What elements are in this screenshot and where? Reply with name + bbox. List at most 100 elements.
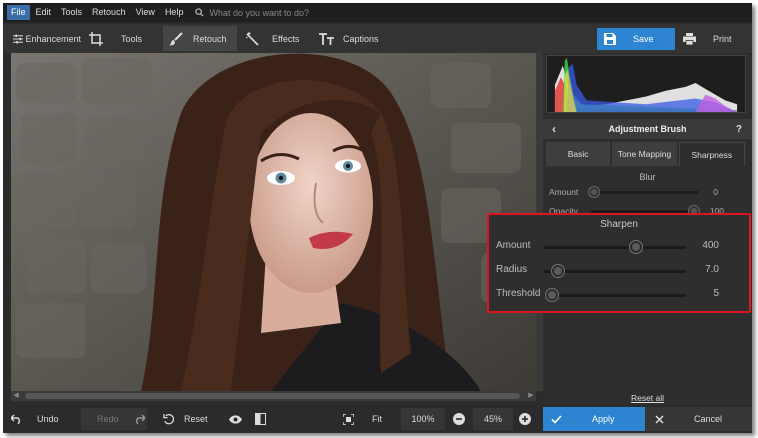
menu-help[interactable]: Help [161,5,188,20]
tab-label: Tools [121,33,143,44]
sharpen-radius-value: 7.0 [705,264,719,275]
scroll-right-icon[interactable]: ▶ [526,391,536,401]
crop-icon [89,31,103,46]
menu-bar: File Edit Tools Retouch View Help What d… [3,3,752,22]
tab-label: Effects [272,33,300,44]
reset-all-link[interactable]: Reset all [543,393,752,403]
eye-icon[interactable] [229,408,243,430]
undo-button[interactable]: Undo [11,408,79,430]
reset-label: Reset [184,414,208,424]
sliders-icon [13,34,24,43]
app-window: File Edit Tools Retouch View Help What d… [3,3,752,433]
text-icon [319,32,334,45]
sharpen-radius-slider[interactable] [544,270,686,273]
portrait-photo [11,53,536,391]
horizontal-scrollbar[interactable]: ◀ ▶ [11,391,536,401]
zoom-100-label: 100% [411,414,435,424]
search-icon [195,8,204,17]
sharpen-radius-handle[interactable] [552,265,564,277]
redo-label: Redo [97,414,119,424]
tab-effects[interactable]: Effects [239,26,311,51]
zoom-100-button[interactable]: 100% [401,408,445,430]
save-button[interactable]: Save [597,28,675,50]
blur-amount-handle[interactable] [589,187,599,197]
cancel-label: Cancel [694,414,723,424]
sharpen-amount-slider[interactable] [544,246,686,249]
undo-label: Undo [37,414,59,424]
sharpen-threshold-row: Threshold 5 [489,285,749,305]
sharpen-highlight: Sharpen Amount 400 Radius 7.0 Threshold … [487,213,751,313]
menu-view[interactable]: View [132,5,159,20]
fit-button[interactable]: Fit [343,408,393,430]
panel-header: ‹ Adjustment Brush ? [543,119,752,139]
close-icon [655,414,664,424]
apply-button[interactable]: Apply [543,407,645,431]
blur-amount-row: Amount 0 [543,184,752,200]
panel-title: Adjustment Brush [608,124,687,134]
cancel-button[interactable]: Cancel [645,407,752,431]
reset-icon [163,413,174,424]
zoom-value-label: 45% [483,414,502,424]
photo-canvas[interactable] [11,53,536,391]
blur-amount-label: Amount [549,187,579,197]
print-icon [683,33,696,45]
tab-sharpness[interactable]: Sharpness [678,142,745,166]
check-icon [551,414,562,424]
tab-label: Captions [343,33,379,44]
compare-icon[interactable] [255,408,269,430]
magic-wand-icon [245,31,259,46]
bottom-bar: Undo Redo Reset Fit 100% 45% Apply Cance… [3,405,752,433]
sharpen-amount-handle[interactable] [630,241,642,253]
menu-edit[interactable]: Edit [32,5,56,20]
print-label: Print [713,34,732,44]
panel-tabs: Basic Tone Mapping Sharpness [546,142,747,166]
scrollbar-thumb[interactable] [25,393,520,399]
reset-button[interactable]: Reset [163,408,223,430]
sharpen-radius-row: Radius 7.0 [489,261,749,281]
redo-icon [135,414,145,424]
save-label: Save [633,34,654,44]
sharpen-threshold-label: Threshold [496,288,541,299]
sharpen-section-title: Sharpen [600,219,638,230]
sharpen-amount-value: 400 [702,240,719,251]
chevron-left-icon[interactable]: ‹ [552,122,556,136]
minus-circle-icon [453,413,465,425]
tab-tools[interactable]: Tools [81,26,161,51]
histogram [546,55,746,113]
undo-icon [11,414,20,424]
sharpen-amount-row: Amount 400 [489,237,749,257]
redo-button[interactable]: Redo [81,408,147,430]
search-placeholder: What do you want to do? [209,7,310,18]
sharpen-threshold-value: 5 [713,288,719,299]
zoom-out-button[interactable] [453,408,467,430]
sharpen-radius-label: Radius [496,264,528,275]
blur-amount-value: 0 [713,187,718,197]
blur-amount-slider[interactable] [591,191,699,194]
search-box[interactable]: What do you want to do? [195,8,309,18]
tab-retouch[interactable]: Retouch [163,26,237,51]
tab-enhancement[interactable]: Enhancement [5,26,81,51]
tab-label: Retouch [193,33,227,44]
print-button[interactable]: Print [675,28,751,50]
zoom-in-button[interactable] [519,408,533,430]
brush-icon [169,31,183,45]
tab-tone-mapping[interactable]: Tone Mapping [612,142,677,166]
main-toolbar: Enhancement Tools Retouch Effects Captio… [3,24,752,53]
fit-icon [343,413,354,425]
sharpen-threshold-handle[interactable] [546,289,558,301]
menu-file[interactable]: File [7,5,30,20]
help-button[interactable]: ? [736,124,742,135]
plus-circle-icon [519,413,531,425]
save-icon [604,33,616,45]
menu-retouch[interactable]: Retouch [88,5,130,20]
tab-basic[interactable]: Basic [546,142,611,166]
fit-label: Fit [372,414,382,424]
scroll-left-icon[interactable]: ◀ [11,391,21,401]
apply-label: Apply [592,414,615,424]
blur-section-title: Blur [639,172,656,182]
tab-label: Enhancement [25,33,81,44]
sharpen-threshold-slider[interactable] [544,294,686,297]
zoom-value[interactable]: 45% [473,408,513,430]
menu-tools[interactable]: Tools [57,5,86,20]
tab-captions[interactable]: Captions [313,26,389,51]
